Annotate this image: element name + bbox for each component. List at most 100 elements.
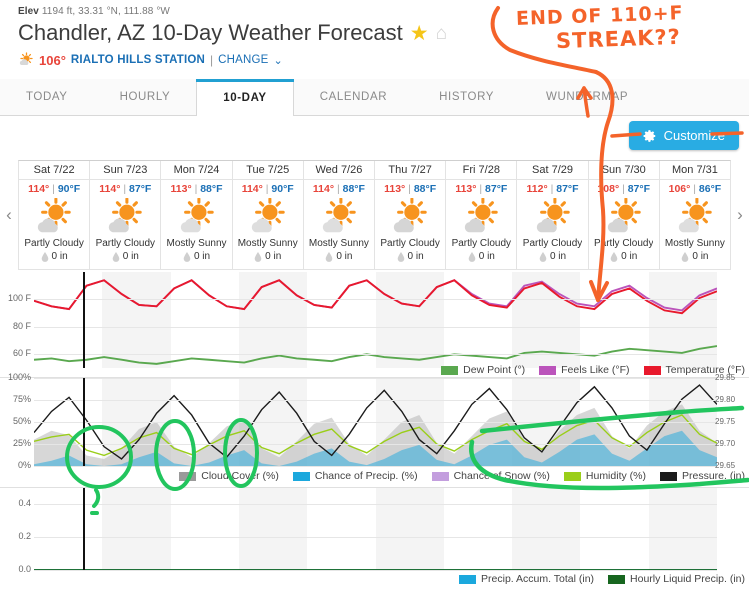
temperature-chart-legend: Dew Point (°) Feels Like (°F) Temperatur…: [441, 364, 745, 376]
y-axis-tick-label: 50%: [12, 416, 31, 426]
prev-days-arrow[interactable]: ‹: [0, 160, 18, 270]
station-bar: 106° RIALTO HILLS STATION | CHANGE ⌄: [18, 52, 749, 68]
day-low: 87°F: [129, 183, 152, 195]
day-card[interactable]: Mon 7/31 106° | 86°F Mostly Sunny 0 in: [659, 161, 731, 269]
day-temperatures: 113° | 87°F: [455, 180, 507, 196]
temperature-chart[interactable]: 60 F 80 F 100 F: [0, 272, 749, 368]
gear-icon: [643, 129, 657, 143]
tab-hourly[interactable]: HOURLY: [94, 79, 197, 115]
legend-dew-point[interactable]: Dew Point (°): [441, 364, 525, 376]
y2-axis-tick-label: 29.70: [715, 439, 736, 448]
y2-axis-tick-label: 29.80: [715, 395, 736, 404]
home-icon[interactable]: ⌂: [436, 24, 447, 43]
temp-separator: |: [550, 183, 554, 195]
day-low: 87°F: [627, 183, 651, 195]
day-card[interactable]: Mon 7/24 113° | 88°F Mostly Sunny 0 in: [161, 161, 233, 269]
tab-wundermap[interactable]: WUNDERMAP: [520, 79, 654, 115]
change-station-link[interactable]: CHANGE: [218, 54, 268, 66]
conditions-chart[interactable]: 0% 25% 50% 75% 100% 29.65 29.70 29.75 29.80 29.85: [0, 372, 749, 470]
precipitation-chart[interactable]: 0.0 0.2 0.4: [0, 488, 749, 574]
legend-label: Cloud Cover (%): [201, 470, 279, 482]
legend-label: Feels Like (°F): [561, 364, 630, 376]
day-precipitation: 0 in: [610, 251, 637, 262]
mostly-sunny-icon: [247, 196, 289, 238]
day-high: 114°: [99, 183, 121, 195]
tab-10-day[interactable]: 10-DAY: [196, 79, 295, 116]
day-precipitation: 0 in: [183, 251, 210, 262]
y2-axis-tick-label: 29.65: [715, 461, 736, 470]
legend-feels-like[interactable]: Feels Like (°F): [539, 364, 630, 376]
mostly-sunny-icon: [674, 196, 716, 238]
day-temperatures: 108° | 87°F: [597, 180, 650, 196]
legend-precip-accum[interactable]: Precip. Accum. Total (in): [459, 573, 594, 585]
precip-amount: 0 in: [692, 251, 709, 262]
day-condition: Partly Cloudy: [522, 238, 583, 249]
partly-cloudy-icon: [33, 196, 75, 238]
day-condition: Partly Cloudy: [451, 238, 512, 249]
star-icon[interactable]: ★: [410, 23, 429, 44]
day-card[interactable]: Sat 7/29 112° | 87°F Partly Cloudy 0 in: [517, 161, 589, 269]
day-high: 112°: [526, 183, 548, 195]
day-card[interactable]: Sun 7/30 108° | 87°F Partly Cloudy 0 in: [588, 161, 660, 269]
water-drop-icon: [681, 251, 689, 262]
precip-amount: 0 in: [193, 251, 211, 262]
station-name[interactable]: RIALTO HILLS STATION: [71, 54, 205, 66]
tab-calendar[interactable]: CALENDAR: [294, 79, 413, 115]
chevron-down-icon[interactable]: ⌄: [274, 54, 283, 67]
pressure-swatch: [659, 471, 677, 481]
day-temperatures: 113° | 88°F: [171, 180, 223, 196]
day-card[interactable]: Sat 7/22 114° | 90°F Partly Cloudy 0 in: [19, 161, 91, 269]
day-temperatures: 114° | 87°F: [99, 180, 151, 196]
legend-chance-precip[interactable]: Chance of Precip. (%): [292, 470, 418, 482]
day-name: Sat 7/22: [19, 164, 90, 180]
day-card[interactable]: Thu 7/27 113° | 88°F Partly Cloudy 0 in: [375, 161, 447, 269]
next-days-arrow[interactable]: ›: [731, 160, 749, 270]
elevation-value: 1194 ft, 33.31 °N, 111.88 °W: [41, 6, 170, 17]
legend-chance-snow[interactable]: Chance of Snow (%): [431, 470, 550, 482]
temp-separator: |: [265, 183, 269, 195]
legend-humidity[interactable]: Humidity (%): [563, 470, 646, 482]
partly-cloudy-icon: [104, 196, 146, 238]
legend-cloud-cover[interactable]: Cloud Cover (%): [179, 470, 279, 482]
day-temperatures: 112° | 87°F: [527, 180, 579, 196]
legend-hourly-liquid[interactable]: Hourly Liquid Precip. (in): [608, 573, 745, 585]
day-card[interactable]: Sun 7/23 114° | 87°F Partly Cloudy 0 in: [90, 161, 162, 269]
day-high: 108°: [597, 183, 620, 195]
day-condition: Partly Cloudy: [95, 238, 156, 249]
tab-history[interactable]: HISTORY: [413, 79, 520, 115]
chance-snow-swatch: [431, 471, 449, 481]
y-axis-tick-label: 25%: [12, 438, 31, 448]
separator: |: [210, 53, 214, 67]
day-name: Wed 7/26: [303, 164, 375, 180]
day-name: Mon 7/31: [659, 164, 731, 180]
elevation-prefix: Elev: [18, 6, 39, 17]
legend-label: Precip. Accum. Total (in): [481, 573, 595, 585]
gridline: [34, 444, 717, 445]
legend-pressure[interactable]: Pressure. (in): [659, 470, 745, 482]
y-axis-tick-label: 0.2: [18, 531, 31, 542]
day-condition: Mostly Sunny: [664, 238, 725, 249]
water-drop-icon: [325, 251, 333, 262]
partly-cloudy-icon: [532, 196, 574, 238]
tab-today[interactable]: TODAY: [0, 79, 94, 115]
water-drop-icon: [468, 251, 476, 262]
gridline: [34, 378, 717, 379]
day-cards-container: Sat 7/22 114° | 90°F Partly Cloudy 0 in …: [18, 160, 731, 270]
gridline: [34, 537, 717, 539]
gridline: [34, 504, 717, 506]
page-header: Elev 1194 ft, 33.31 °N, 111.88 °W Chandl…: [0, 0, 749, 68]
precip-amount: 0 in: [621, 251, 638, 262]
customize-button[interactable]: Customize: [628, 121, 739, 150]
day-card[interactable]: Fri 7/28 113° | 87°F Partly Cloudy 0 in: [446, 161, 518, 269]
day-card[interactable]: Wed 7/26 114° | 88°F Mostly Sunny 0 in: [303, 161, 376, 269]
partly-cloudy-icon: [460, 196, 502, 238]
legend-label: Pressure. (in): [681, 470, 745, 482]
day-high: 113°: [384, 183, 406, 195]
water-drop-icon: [610, 251, 618, 262]
legend-label: Hourly Liquid Precip. (in): [630, 573, 745, 585]
gridline: [34, 466, 717, 467]
legend-label: Chance of Precip. (%): [314, 470, 418, 482]
day-precipitation: 0 in: [681, 251, 708, 262]
day-card[interactable]: Tue 7/25 114° | 90°F Mostly Sunny 0 in: [232, 161, 304, 269]
day-precipitation: 0 in: [397, 251, 424, 262]
